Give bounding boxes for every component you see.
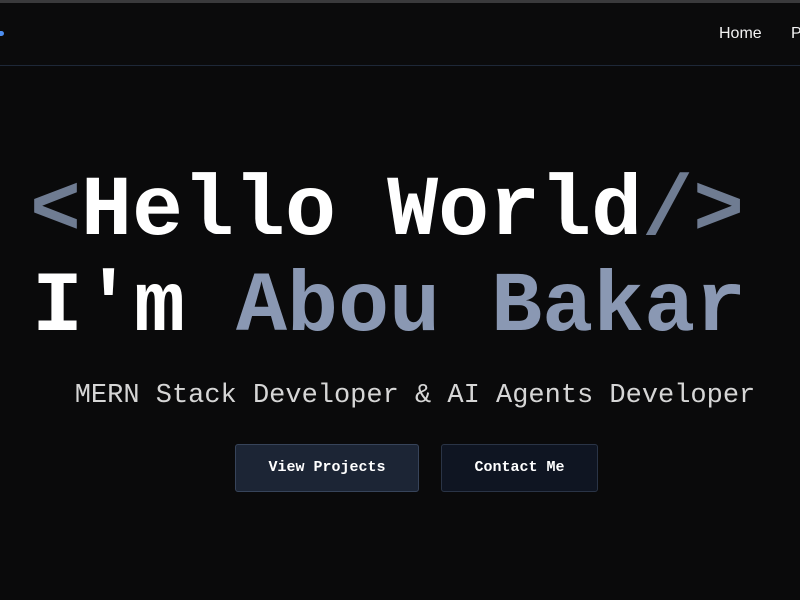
intro-prefix: I'm [32,259,237,356]
close-tag: /> [642,164,745,260]
view-projects-button[interactable]: View Projects [235,444,419,492]
nav-link-projects[interactable]: Projects [791,25,800,43]
hero-subtitle: MERN Stack Developer & AI Agents Develop… [74,381,756,411]
hello-world-text: Hello World [81,164,643,260]
open-tag: < [30,164,82,260]
hero-heading-hello: <Hello World/> [0,164,800,260]
logo-icon[interactable] [0,31,4,36]
navbar: Home Projects [0,3,800,66]
nav-link-home[interactable]: Home [719,25,762,43]
developer-name: Abou Bakar [236,259,747,356]
contact-me-button[interactable]: Contact Me [441,444,598,492]
hero-heading-name: I'm Abou Bakar [0,258,800,358]
